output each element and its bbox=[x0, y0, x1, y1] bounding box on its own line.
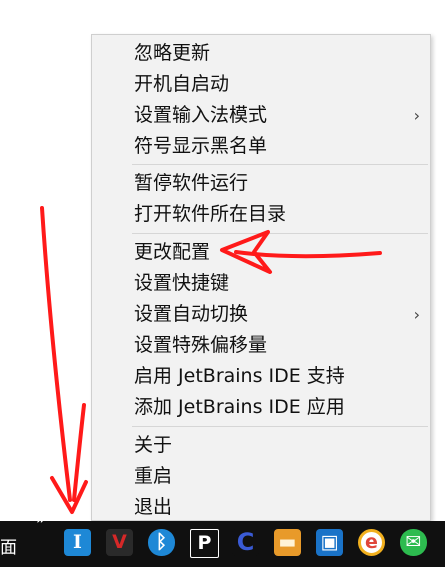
menu-item-label: 关于 bbox=[134, 434, 173, 456]
menu-item-label: 忽略更新 bbox=[134, 42, 211, 64]
menu-item-open-dir[interactable]: 打开软件所在目录 bbox=[92, 199, 430, 230]
menu-divider bbox=[132, 233, 428, 234]
input-method-icon[interactable]: I bbox=[64, 529, 91, 556]
menu-item-label: 打开软件所在目录 bbox=[134, 203, 287, 225]
menu-item-offset[interactable]: 设置特殊偏移量 bbox=[92, 330, 430, 361]
pixpin-icon[interactable]: P bbox=[190, 529, 219, 558]
menu-item-input-mode[interactable]: 设置输入法模式 › bbox=[92, 100, 430, 131]
window-app-icon[interactable]: ▬ bbox=[274, 529, 301, 556]
bluetooth-icon[interactable]: ᛒ bbox=[148, 529, 175, 556]
chrome-icon[interactable]: e bbox=[358, 529, 385, 556]
taskbar: 面 » I V ᛒ P C ▬ ▣ e ✉ bbox=[0, 509, 445, 567]
menu-item-label: 设置快捷键 bbox=[134, 272, 230, 294]
menu-item-restart[interactable]: 重启 bbox=[92, 461, 430, 492]
network-app-icon[interactable]: ▣ bbox=[316, 529, 343, 556]
menu-item-label: 设置特殊偏移量 bbox=[134, 334, 268, 356]
chevron-right-icon: › bbox=[413, 305, 420, 324]
red-arrow-icon bbox=[40, 206, 88, 514]
wechat-icon[interactable]: ✉ bbox=[400, 529, 427, 556]
menu-item-label: 重启 bbox=[134, 465, 173, 487]
menu-item-change-config[interactable]: 更改配置 bbox=[92, 237, 430, 268]
menu-divider bbox=[132, 426, 428, 427]
context-menu: 忽略更新 开机自启动 设置输入法模式 › 符号显示黑名单 暂停软件运行 打开软件所… bbox=[91, 34, 431, 521]
menu-item-pause[interactable]: 暂停软件运行 bbox=[92, 168, 430, 199]
menu-item-label: 设置输入法模式 bbox=[134, 104, 268, 126]
desktop-label[interactable]: 面 bbox=[0, 533, 17, 558]
menu-item-symbol-blacklist[interactable]: 符号显示黑名单 bbox=[92, 131, 430, 162]
menu-item-shortcuts[interactable]: 设置快捷键 bbox=[92, 268, 430, 299]
menu-item-enable-jetbrains[interactable]: 启用 JetBrains IDE 支持 bbox=[92, 361, 430, 392]
menu-item-exit[interactable]: 退出 bbox=[92, 492, 430, 523]
menu-item-label: 退出 bbox=[134, 496, 173, 518]
vector-app-icon[interactable]: V bbox=[106, 529, 133, 556]
menu-item-label: 启用 JetBrains IDE 支持 bbox=[134, 365, 345, 387]
chevron-right-icon: › bbox=[413, 106, 420, 125]
menu-item-ignore-update[interactable]: 忽略更新 bbox=[92, 38, 430, 69]
sync-icon[interactable]: C bbox=[232, 529, 259, 556]
overflow-chevron-icon[interactable]: » bbox=[36, 509, 46, 528]
menu-item-label: 开机自启动 bbox=[134, 73, 230, 95]
menu-item-label: 添加 JetBrains IDE 应用 bbox=[134, 396, 345, 418]
menu-item-autostart[interactable]: 开机自启动 bbox=[92, 69, 430, 100]
menu-item-label: 更改配置 bbox=[134, 241, 211, 263]
menu-item-add-jetbrains[interactable]: 添加 JetBrains IDE 应用 bbox=[92, 392, 430, 423]
menu-item-label: 设置自动切换 bbox=[134, 303, 249, 325]
menu-item-label: 暂停软件运行 bbox=[134, 172, 249, 194]
menu-item-label: 符号显示黑名单 bbox=[134, 135, 268, 157]
menu-divider bbox=[132, 164, 428, 165]
menu-item-about[interactable]: 关于 bbox=[92, 430, 430, 461]
menu-item-auto-switch[interactable]: 设置自动切换 › bbox=[92, 299, 430, 330]
